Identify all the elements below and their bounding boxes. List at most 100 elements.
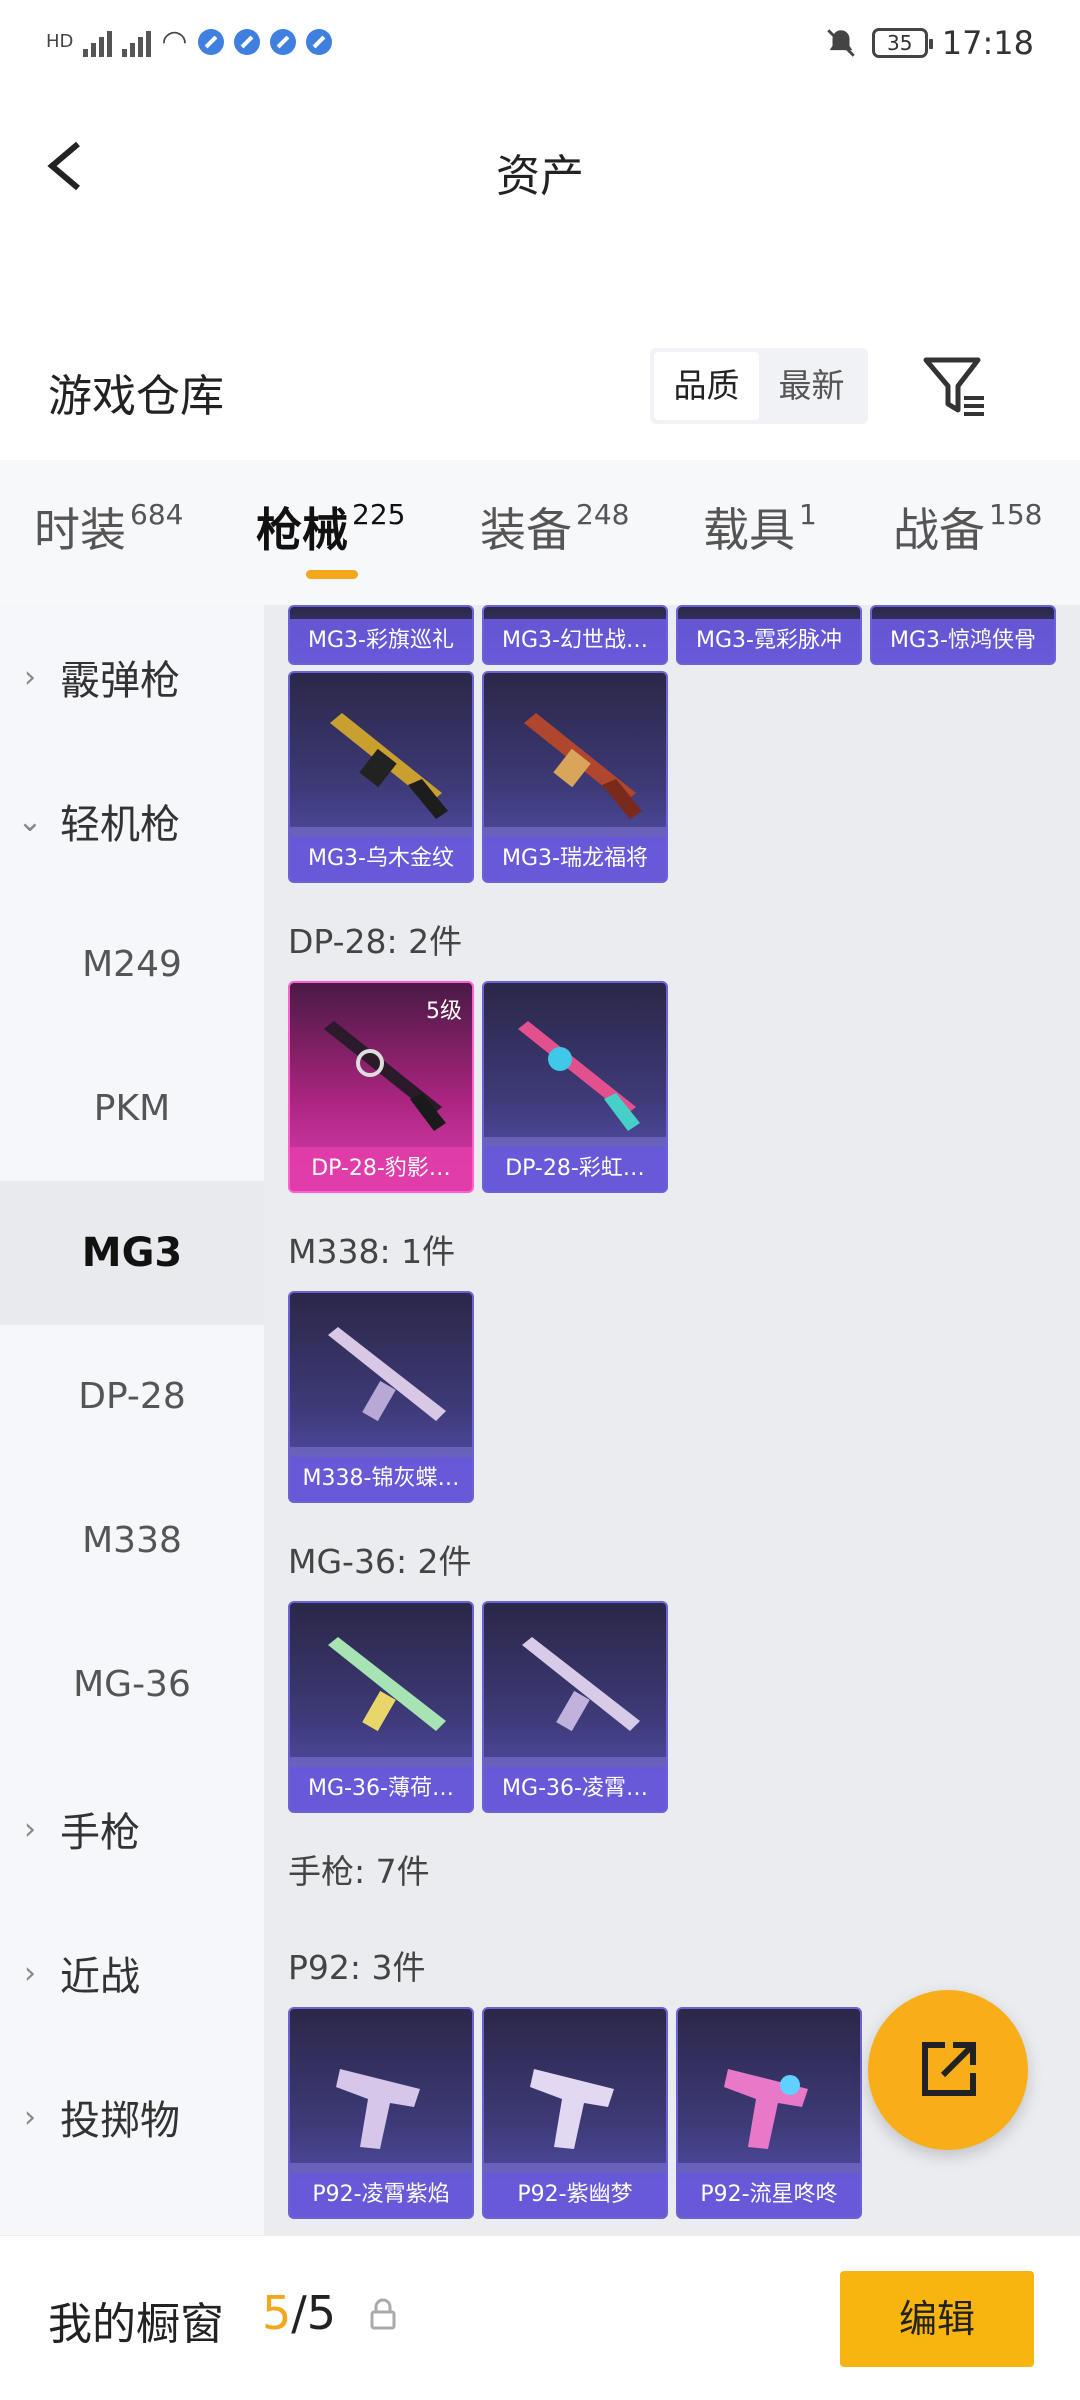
sidebar-sub-dp28[interactable]: DP-28 xyxy=(0,1325,264,1469)
category-tabs: 时装 684 枪械 225 装备 248 载具 1 战备 158 xyxy=(0,460,1080,605)
sidebar-item-melee[interactable]: › 近战 xyxy=(0,1901,264,2045)
card-shine xyxy=(290,1757,472,1767)
weapon-type-sidebar: › 霰弹枪 ⌄ 轻机枪 M249 PKM MG3 DP-28 M338 MG-3… xyxy=(0,605,264,2235)
sidebar-sub-m249[interactable]: M249 xyxy=(0,893,264,1037)
card-shine xyxy=(678,2163,860,2173)
tab-firearms[interactable]: 枪械 225 xyxy=(256,494,405,560)
sort-quality-button[interactable]: 品质 xyxy=(654,352,759,420)
tab-label: 载具 xyxy=(703,503,795,557)
battery-icon: 35 xyxy=(871,28,933,58)
rifle-icon xyxy=(522,1637,640,1732)
signal-4g-icon xyxy=(122,27,152,57)
status-bar: HD ◠ 35 17:18 xyxy=(0,0,1080,100)
warehouse-title: 游戏仓库 xyxy=(48,371,224,422)
sidebar-item-label: 投掷物 xyxy=(60,2098,180,2144)
item-name: MG3-霓彩脉冲 xyxy=(678,619,860,663)
clock: 17:18 xyxy=(941,24,1034,62)
tab-label: 战备 xyxy=(893,503,985,557)
machine-gun-icon xyxy=(524,713,642,819)
item-card[interactable]: M338-锦灰蝶… xyxy=(288,1291,474,1503)
tab-label: 时装 xyxy=(34,503,126,557)
card-shine xyxy=(484,827,666,837)
sidebar-item-label: 手枪 xyxy=(60,1810,140,1856)
share-button[interactable] xyxy=(868,1990,1028,2150)
card-shine xyxy=(290,2163,472,2173)
app-notification-icon xyxy=(305,28,332,55)
tab-count: 225 xyxy=(352,498,406,531)
item-name: P92-凌霄紫焰 xyxy=(290,2173,472,2217)
tab-equipment[interactable]: 装备 248 xyxy=(480,494,629,560)
group-label-p92: P92: 3件 xyxy=(288,1948,426,1987)
tab-count: 248 xyxy=(576,498,630,531)
item-card[interactable]: 5级 DP-28-豹影… xyxy=(288,981,474,1193)
sidebar-item-label: 霰弹枪 xyxy=(60,658,180,704)
wifi-icon: ◠ xyxy=(161,24,188,59)
sidebar-sub-mg36[interactable]: MG-36 xyxy=(0,1613,264,1757)
status-left: HD ◠ xyxy=(46,24,332,59)
signal-5g-icon xyxy=(83,27,113,57)
item-card[interactable]: MG3-乌木金纹 xyxy=(288,671,474,883)
group-label-dp28: DP-28: 2件 xyxy=(288,922,463,961)
item-card[interactable]: MG3-惊鸿侠骨 xyxy=(870,605,1056,665)
tab-vehicles[interactable]: 载具 1 xyxy=(703,494,817,560)
filter-button[interactable] xyxy=(920,352,990,422)
sidebar-item-pistol[interactable]: › 手枪 xyxy=(0,1757,264,1901)
sidebar-sub-m338[interactable]: M338 xyxy=(0,1469,264,1613)
showcase-bar: 我的橱窗 5/5 编辑 xyxy=(0,2235,1080,2400)
mute-bell-icon xyxy=(827,29,855,57)
sidebar-item-throwable[interactable]: › 投掷物 xyxy=(0,2045,264,2189)
machine-gun-icon xyxy=(518,1021,640,1131)
item-card[interactable]: P92-流星咚咚 xyxy=(676,2007,862,2219)
sort-toggle: 品质 最新 xyxy=(650,348,868,424)
item-name: MG-36-凌霄… xyxy=(484,1767,666,1811)
app-header: 资产 xyxy=(0,100,1080,240)
app-notification-icon xyxy=(197,28,224,55)
sidebar-item-lmg[interactable]: ⌄ 轻机枪 xyxy=(0,749,264,893)
sidebar-item-label: 轻机枪 xyxy=(60,802,180,848)
sidebar-item-shotgun[interactable]: › 霰弹枪 xyxy=(0,605,264,749)
group-label-m338: M338: 1件 xyxy=(288,1232,456,1271)
chevron-right-icon: › xyxy=(24,2099,36,2135)
item-card[interactable]: P92-凌霄紫焰 xyxy=(288,2007,474,2219)
showcase-current: 5 xyxy=(262,2286,292,2340)
tab-fashion[interactable]: 时装 684 xyxy=(34,494,183,560)
group-label-mg36: MG-36: 2件 xyxy=(288,1542,472,1581)
item-name: MG3-彩旗巡礼 xyxy=(290,619,472,663)
card-shine xyxy=(290,1447,472,1457)
sidebar-sub-mg3[interactable]: MG3 xyxy=(0,1181,264,1325)
edit-button[interactable]: 编辑 xyxy=(840,2271,1034,2367)
machine-gun-icon xyxy=(324,1021,446,1131)
sort-newest-button[interactable]: 最新 xyxy=(759,352,864,420)
item-card[interactable]: MG-36-薄荷… xyxy=(288,1601,474,1813)
tab-label: 装备 xyxy=(480,503,572,557)
item-card[interactable]: MG3-幻世战… xyxy=(482,605,668,665)
item-card[interactable]: MG3-彩旗巡礼 xyxy=(288,605,474,665)
item-card[interactable]: P92-紫幽梦 xyxy=(482,2007,668,2219)
machine-gun-icon xyxy=(330,713,448,819)
pistol-icon xyxy=(336,2069,420,2149)
item-card[interactable]: MG3-霓彩脉冲 xyxy=(676,605,862,665)
warehouse-section-header: 游戏仓库 品质 最新 xyxy=(0,340,1080,450)
item-card[interactable]: MG3-瑞龙福将 xyxy=(482,671,668,883)
item-name: MG3-幻世战… xyxy=(484,619,666,663)
card-shine xyxy=(484,2163,666,2173)
tab-count: 684 xyxy=(130,498,184,531)
filter-icon xyxy=(923,357,984,416)
item-name: MG-36-薄荷… xyxy=(290,1767,472,1811)
pistol-icon xyxy=(724,2069,808,2149)
chevron-right-icon: › xyxy=(24,659,36,695)
showcase-title: 我的橱窗 xyxy=(48,2299,224,2350)
item-name: DP-28-彩虹… xyxy=(484,1147,666,1191)
item-name: P92-紫幽梦 xyxy=(484,2173,666,2217)
group-label-pistol: 手枪: 7件 xyxy=(288,1852,430,1891)
item-card[interactable]: MG-36-凌霄… xyxy=(482,1601,668,1813)
hd-icon: HD xyxy=(46,31,74,52)
tab-count: 158 xyxy=(989,498,1043,531)
sidebar-sub-pkm[interactable]: PKM xyxy=(0,1037,264,1181)
item-card[interactable]: DP-28-彩虹… xyxy=(482,981,668,1193)
lock-icon xyxy=(370,2298,396,2330)
item-name: M338-锦灰蝶… xyxy=(290,1457,472,1501)
tab-supplies[interactable]: 战备 158 xyxy=(893,494,1042,560)
tab-count: 1 xyxy=(799,498,817,531)
item-name: P92-流星咚咚 xyxy=(678,2173,860,2217)
